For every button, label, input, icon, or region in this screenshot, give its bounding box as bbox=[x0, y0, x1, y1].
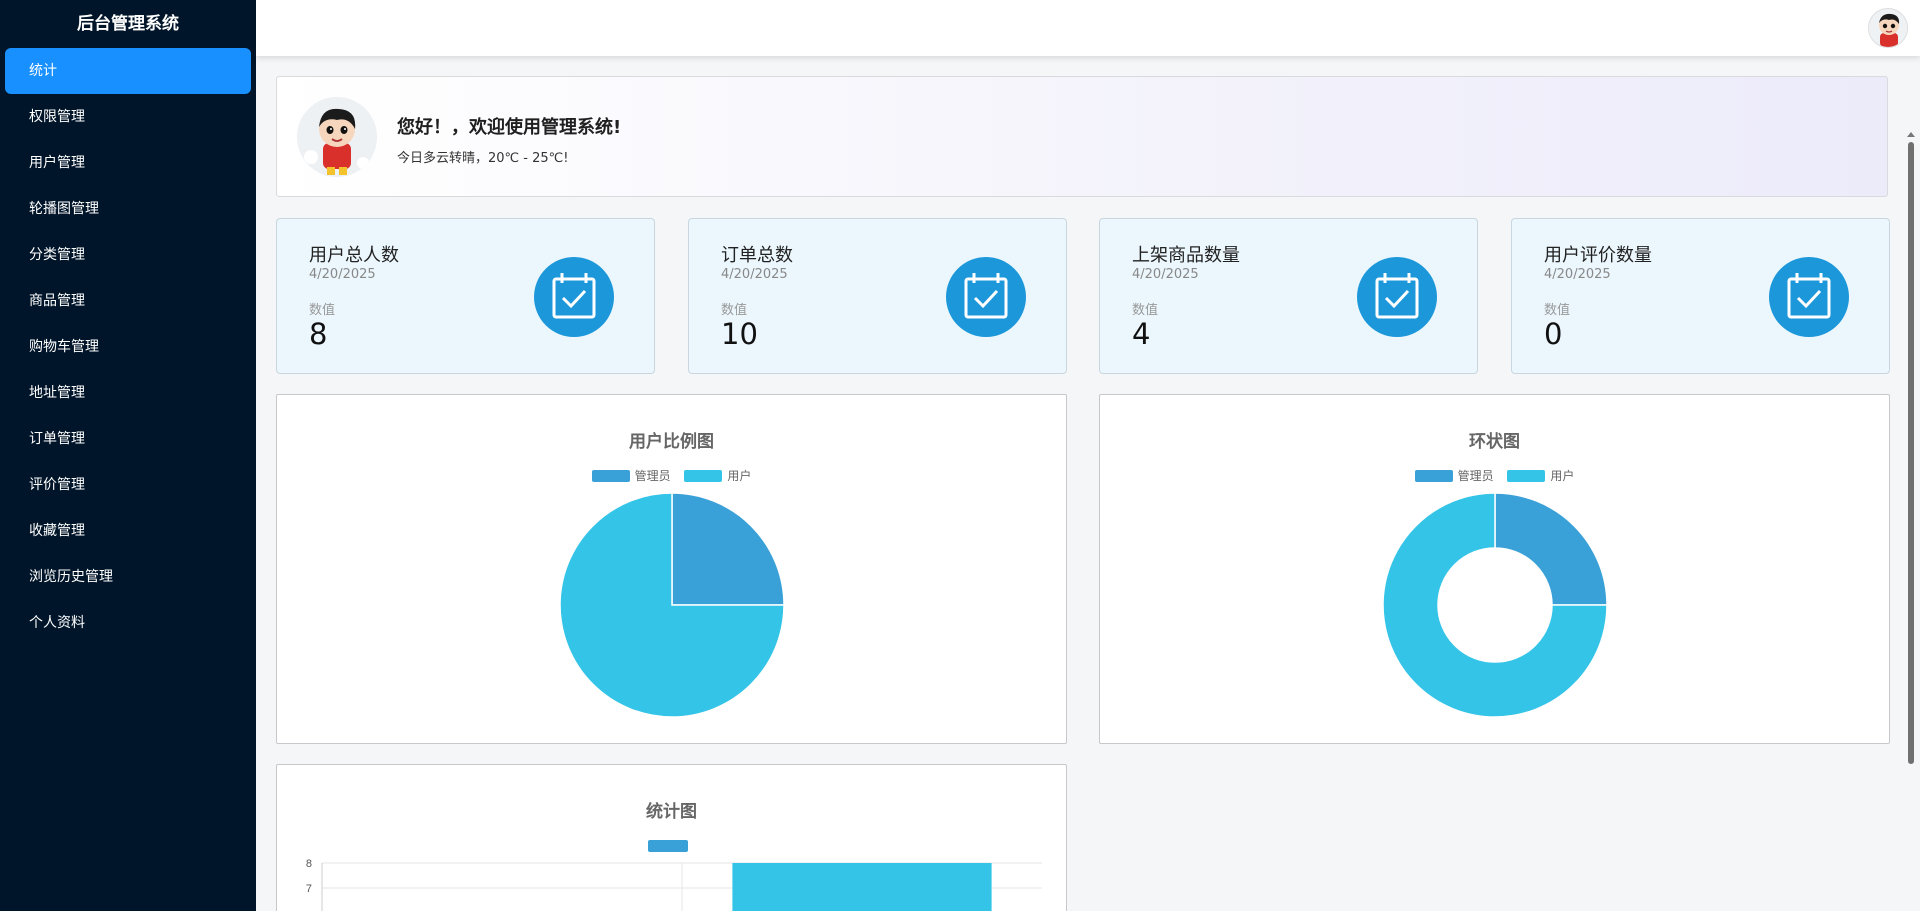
donut-panel: 环状图 管理员 用户 bbox=[1099, 394, 1890, 744]
stat-date: 4/20/2025 bbox=[1544, 267, 1611, 282]
stat-title: 用户评价数量 bbox=[1544, 245, 1652, 266]
bar-user[interactable] bbox=[732, 863, 992, 911]
sidebar-item-permissions[interactable]: 权限管理 bbox=[5, 94, 251, 140]
vertical-scrollbar[interactable] bbox=[1906, 132, 1916, 911]
sidebar-item-address[interactable]: 地址管理 bbox=[5, 370, 251, 416]
scroll-thumb[interactable] bbox=[1908, 142, 1914, 764]
pie-slice-admin[interactable] bbox=[1494, 492, 1608, 606]
stats-bar-panel: 统计图 87 bbox=[276, 764, 1067, 911]
sidebar-item-reviews[interactable]: 评价管理 bbox=[5, 462, 251, 508]
avatar-image bbox=[297, 97, 377, 177]
sidebar-item-users[interactable]: 用户管理 bbox=[5, 140, 251, 186]
sidebar-item-carousel[interactable]: 轮播图管理 bbox=[5, 186, 251, 232]
sidebar-item-cart[interactable]: 购物车管理 bbox=[5, 324, 251, 370]
sidebar-item-history[interactable]: 浏览历史管理 bbox=[5, 554, 251, 600]
user-ratio-panel: 用户比例图 管理员 用户 bbox=[276, 394, 1067, 744]
main-content: 您好！，欢迎使用管理系统! 今日多云转晴，20℃ - 25℃! 用户总人数 4/… bbox=[256, 56, 1920, 911]
bar-chart: 87 bbox=[306, 858, 1042, 911]
scroll-up-icon[interactable] bbox=[1907, 132, 1915, 137]
sidebar-item-favorites[interactable]: 收藏管理 bbox=[5, 508, 251, 554]
welcome-title: 您好！，欢迎使用管理系统! bbox=[397, 117, 622, 138]
donut-chart bbox=[1382, 492, 1608, 718]
stat-label: 数值 bbox=[1544, 303, 1571, 318]
stat-date: 4/20/2025 bbox=[309, 267, 376, 282]
sidebar-item-products[interactable]: 商品管理 bbox=[5, 278, 251, 324]
stat-value: 10 bbox=[721, 317, 758, 351]
sidebar-item-orders[interactable]: 订单管理 bbox=[5, 416, 251, 462]
stat-title: 上架商品数量 bbox=[1132, 245, 1240, 266]
avatar bbox=[297, 97, 377, 177]
stat-value: 8 bbox=[309, 317, 328, 351]
sidebar-menu: 统计 权限管理 用户管理 轮播图管理 分类管理 商品管理 购物车管理 地址管理 … bbox=[0, 48, 256, 646]
stat-card-products: 上架商品数量 4/20/2025 数值 4 bbox=[1099, 218, 1478, 374]
avatar[interactable] bbox=[1868, 8, 1908, 48]
top-header bbox=[256, 0, 1920, 56]
stat-label: 数值 bbox=[721, 303, 748, 318]
calendar-check-icon bbox=[534, 257, 614, 337]
stat-card-orders: 订单总数 4/20/2025 数值 10 bbox=[688, 218, 1067, 374]
calendar-check-icon bbox=[1769, 257, 1849, 337]
welcome-banner: 您好！，欢迎使用管理系统! 今日多云转晴，20℃ - 25℃! bbox=[276, 76, 1888, 197]
sidebar: 后台管理系统 统计 权限管理 用户管理 轮播图管理 分类管理 商品管理 购物车管… bbox=[0, 0, 256, 911]
stat-date: 4/20/2025 bbox=[721, 267, 788, 282]
pie-slice-admin[interactable] bbox=[671, 492, 785, 606]
stat-card-users: 用户总人数 4/20/2025 数值 8 bbox=[276, 218, 655, 374]
sidebar-item-categories[interactable]: 分类管理 bbox=[5, 232, 251, 278]
pie-chart bbox=[559, 492, 785, 718]
app-title: 后台管理系统 bbox=[77, 14, 179, 34]
stat-title: 用户总人数 bbox=[309, 245, 399, 266]
calendar-check-icon bbox=[1357, 257, 1437, 337]
stat-title: 订单总数 bbox=[721, 245, 793, 266]
stat-value: 4 bbox=[1132, 317, 1151, 351]
avatar-image bbox=[1869, 9, 1907, 47]
sidebar-item-stats[interactable]: 统计 bbox=[5, 48, 251, 94]
y-tick-label: 8 bbox=[306, 858, 312, 870]
calendar-check-icon bbox=[946, 257, 1026, 337]
y-tick-label: 7 bbox=[306, 883, 312, 895]
stat-value: 0 bbox=[1544, 317, 1563, 351]
stat-date: 4/20/2025 bbox=[1132, 267, 1199, 282]
sidebar-item-profile[interactable]: 个人资料 bbox=[5, 600, 251, 646]
stat-label: 数值 bbox=[1132, 303, 1159, 318]
stat-label: 数值 bbox=[309, 303, 336, 318]
welcome-subtitle: 今日多云转晴，20℃ - 25℃! bbox=[397, 151, 569, 166]
stat-card-reviews: 用户评价数量 4/20/2025 数值 0 bbox=[1511, 218, 1890, 374]
